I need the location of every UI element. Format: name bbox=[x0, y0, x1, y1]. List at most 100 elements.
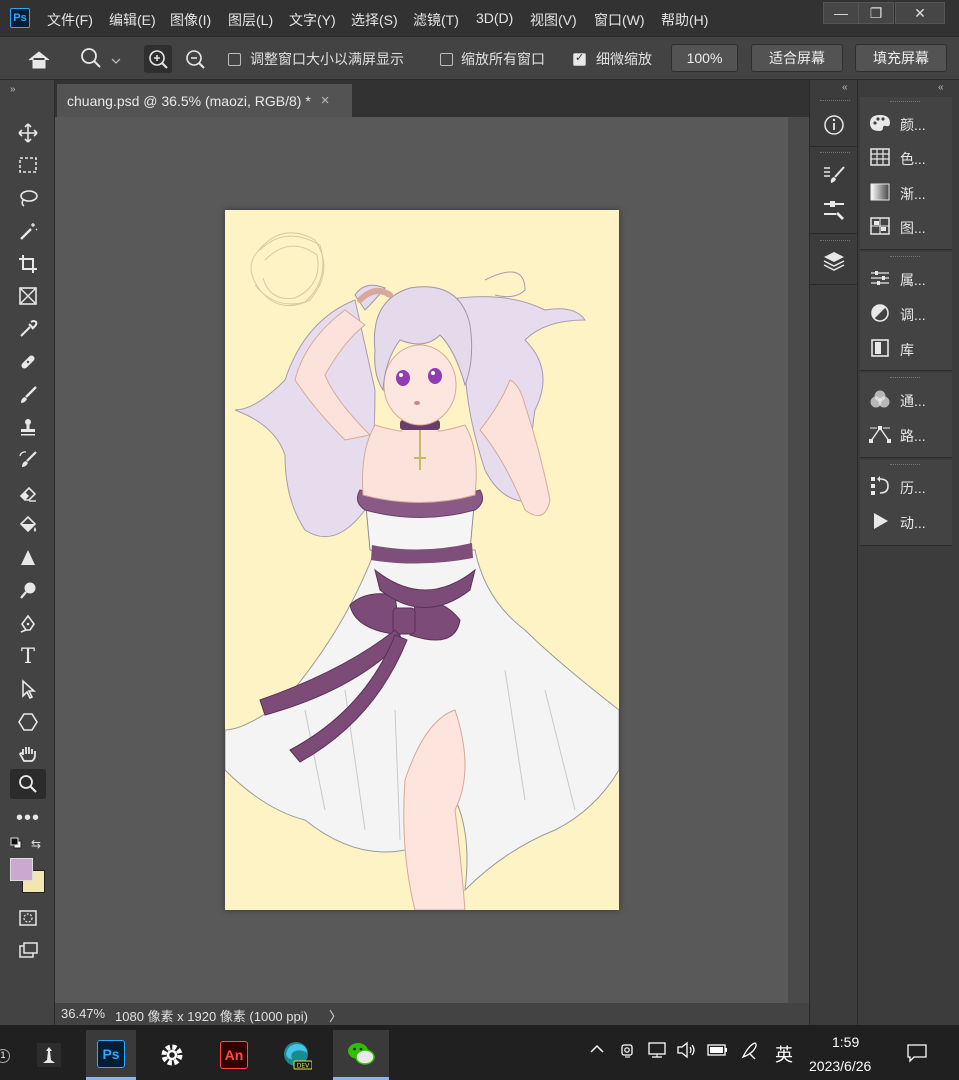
menu-select[interactable]: 选择(S) bbox=[351, 10, 398, 30]
hand-tool-icon[interactable] bbox=[10, 740, 46, 768]
clock-date[interactable]: 2023/6/26 bbox=[809, 1058, 871, 1074]
menu-view[interactable]: 视图(V) bbox=[530, 10, 577, 30]
animate-taskbar-icon[interactable]: An bbox=[209, 1030, 259, 1080]
history-brush-tool-icon[interactable] bbox=[10, 446, 46, 474]
marquee-tool-icon[interactable] bbox=[10, 151, 46, 179]
clone-stamp-tool-icon[interactable] bbox=[10, 413, 46, 441]
zoom-value-field[interactable]: 100% bbox=[671, 44, 738, 72]
collapse-dock-icon[interactable]: « bbox=[938, 82, 944, 93]
zoom-all-label: 缩放所有窗口 bbox=[461, 51, 545, 67]
scrubby-zoom-checkbox[interactable] bbox=[573, 51, 586, 66]
history-panel-tab[interactable]: 历... bbox=[860, 471, 952, 505]
move-tool-icon[interactable] bbox=[10, 119, 46, 147]
zoom-out-icon[interactable] bbox=[181, 45, 209, 73]
zoom-all-checkbox[interactable] bbox=[440, 53, 453, 66]
battery-icon[interactable] bbox=[706, 1041, 730, 1063]
photoshop-taskbar-icon[interactable]: Ps bbox=[86, 1030, 136, 1080]
patterns-panel-tab[interactable]: 图... bbox=[860, 211, 952, 245]
zoom-tool-preset-icon[interactable] bbox=[78, 47, 124, 71]
edge-dev-taskbar-icon[interactable]: DEV bbox=[271, 1030, 321, 1080]
eraser-tool-icon[interactable] bbox=[10, 479, 46, 507]
menu-help[interactable]: 帮助(H) bbox=[661, 10, 708, 30]
document-tab[interactable]: chuang.psd @ 36.5% (maozi, RGB/8) * × bbox=[57, 84, 352, 117]
shape-tool-icon[interactable] bbox=[10, 708, 46, 736]
magic-wand-tool-icon[interactable] bbox=[10, 217, 46, 245]
frame-tool-icon[interactable] bbox=[10, 282, 46, 310]
status-menu-arrow-icon[interactable]: 〉 bbox=[329, 1006, 342, 1025]
menu-edit[interactable]: 编辑(E) bbox=[109, 10, 156, 30]
document-canvas[interactable] bbox=[225, 210, 619, 910]
photoshop-logo: Ps bbox=[10, 8, 30, 28]
menu-type[interactable]: 文字(Y) bbox=[289, 10, 336, 30]
collapse-toolbar-icon[interactable]: » bbox=[10, 84, 16, 95]
settings-taskbar-icon[interactable] bbox=[147, 1030, 197, 1080]
resize-windows-checkbox[interactable] bbox=[228, 53, 241, 66]
menu-layer[interactable]: 图层(L) bbox=[228, 10, 273, 30]
sharpen-tool-icon[interactable] bbox=[10, 544, 46, 572]
notifications-icon[interactable] bbox=[906, 1043, 928, 1067]
zoom-in-icon[interactable] bbox=[144, 45, 172, 73]
menu-filter[interactable]: 滤镜(T) bbox=[413, 10, 459, 30]
pen-tool-icon[interactable] bbox=[10, 610, 46, 638]
restore-button[interactable]: ❐ bbox=[858, 2, 894, 24]
foreground-color-swatch[interactable] bbox=[10, 858, 33, 881]
libraries-icon bbox=[860, 338, 900, 363]
healing-brush-tool-icon[interactable] bbox=[10, 348, 46, 376]
actions-panel-tab[interactable]: 动... bbox=[860, 506, 952, 540]
more-tools-icon[interactable]: ••• bbox=[10, 804, 46, 832]
expand-panels-icon[interactable]: « bbox=[842, 82, 848, 93]
gradients-panel-tab[interactable]: 渐... bbox=[860, 177, 952, 211]
clock-time[interactable]: 1:59 bbox=[832, 1034, 859, 1050]
libraries-panel-tab[interactable]: 库 bbox=[860, 333, 952, 367]
close-window-button[interactable]: ✕ bbox=[895, 2, 945, 24]
menu-image[interactable]: 图像(I) bbox=[170, 10, 211, 30]
document-info: 1080 像素 x 1920 像素 (1000 ppi) bbox=[115, 1009, 308, 1024]
channels-panel-tab[interactable]: 通... bbox=[860, 384, 952, 418]
menu-3d[interactable]: 3D(D) bbox=[476, 10, 513, 26]
layers-icon[interactable] bbox=[810, 245, 858, 277]
color-panel-tab[interactable]: 颜... bbox=[860, 108, 952, 142]
crop-tool-icon[interactable] bbox=[10, 250, 46, 278]
menu-file[interactable]: 文件(F) bbox=[47, 10, 93, 30]
quick-mask-icon[interactable] bbox=[10, 904, 46, 932]
volume-icon[interactable] bbox=[676, 1041, 698, 1063]
network-icon[interactable] bbox=[647, 1041, 669, 1063]
type-tool-icon[interactable]: T bbox=[10, 642, 46, 670]
artwork-illustration bbox=[225, 232, 619, 910]
paint-bucket-tool-icon[interactable] bbox=[10, 511, 46, 539]
brush-settings-icon[interactable] bbox=[810, 159, 858, 191]
default-colors-icon[interactable] bbox=[10, 837, 22, 849]
windows-taskbar: 1 Ps An DEV 英 1:59 2023/6/26 bbox=[0, 1025, 959, 1080]
ime-indicator[interactable]: 英 bbox=[775, 1041, 793, 1067]
zoom-percentage[interactable]: 36.47% bbox=[61, 1006, 105, 1021]
zoom-tool-icon[interactable] bbox=[10, 769, 46, 799]
swap-colors-icon[interactable]: ⇆ bbox=[31, 837, 45, 851]
brushes-icon[interactable] bbox=[810, 194, 858, 226]
screen-mode-icon[interactable] bbox=[10, 936, 46, 964]
lasso-tool-icon[interactable] bbox=[10, 184, 46, 212]
properties-panel-tab[interactable]: 属... bbox=[860, 263, 952, 297]
home-icon[interactable] bbox=[26, 49, 52, 71]
show-hidden-icons-icon[interactable] bbox=[589, 1041, 605, 1061]
chess-app-taskbar-icon[interactable] bbox=[24, 1030, 74, 1080]
adjustments-panel-tab[interactable]: 调... bbox=[860, 298, 952, 332]
fill-screen-button[interactable]: 填充屏幕 bbox=[855, 44, 947, 72]
dodge-tool-icon[interactable] bbox=[10, 577, 46, 605]
brush-tool-icon[interactable] bbox=[10, 381, 46, 409]
minimize-button[interactable]: — bbox=[823, 2, 859, 24]
eyedropper-tool-icon[interactable] bbox=[10, 315, 46, 343]
camera-icon[interactable] bbox=[620, 1041, 636, 1063]
collapsed-panel-strip: « bbox=[809, 80, 858, 1025]
adjustments-icon bbox=[860, 303, 900, 328]
pen-input-icon[interactable] bbox=[739, 1039, 761, 1065]
wechat-taskbar-icon[interactable] bbox=[333, 1030, 389, 1080]
menu-window[interactable]: 窗口(W) bbox=[594, 10, 645, 30]
close-document-icon[interactable]: × bbox=[321, 92, 330, 109]
vertical-scrollbar[interactable] bbox=[788, 117, 809, 1003]
path-selection-tool-icon[interactable] bbox=[10, 675, 46, 703]
swatches-panel-tab[interactable]: 色... bbox=[860, 142, 952, 176]
paths-panel-tab[interactable]: 路... bbox=[860, 419, 952, 453]
fit-screen-button[interactable]: 适合屏幕 bbox=[751, 44, 843, 72]
panels-dock: « 颜... 色... 渐... 图... 属... 调... 库 通... 路… bbox=[857, 80, 959, 1025]
info-icon[interactable] bbox=[810, 109, 858, 141]
